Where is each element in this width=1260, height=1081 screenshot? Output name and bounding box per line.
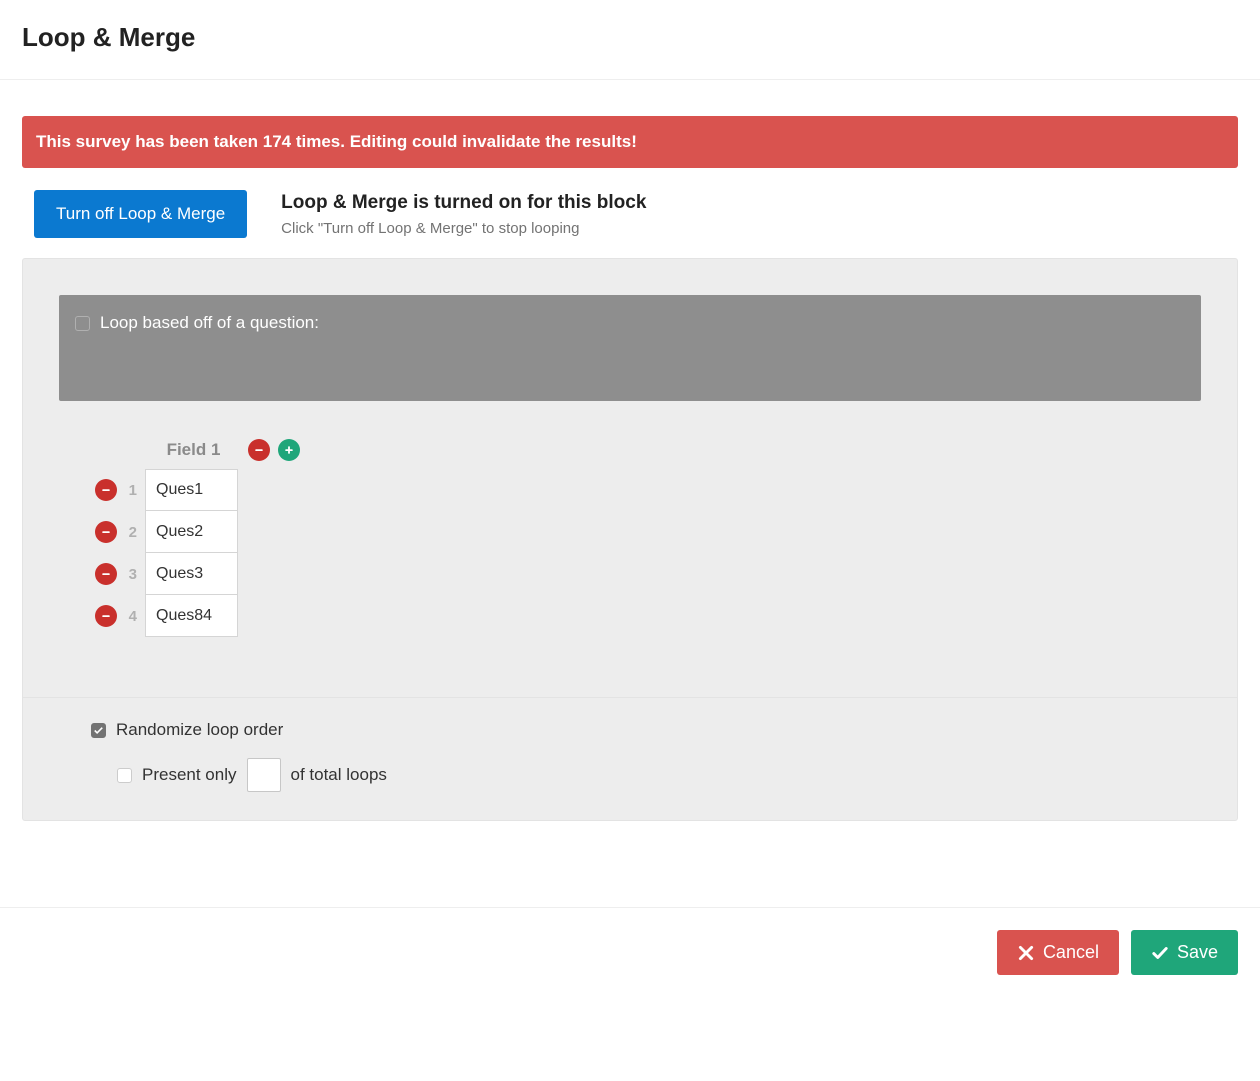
warning-banner: This survey has been taken 174 times. Ed… <box>22 116 1238 168</box>
cancel-label: Cancel <box>1043 942 1099 963</box>
options-block: Randomize loop order Present only of tot… <box>23 697 1237 820</box>
minus-icon <box>100 484 112 496</box>
toggle-row: Turn off Loop & Merge Loop & Merge is tu… <box>22 190 1238 238</box>
present-only-row: Present only of total loops <box>117 758 1169 792</box>
minus-icon <box>100 610 112 622</box>
toggle-heading: Loop & Merge is turned on for this block <box>281 192 646 214</box>
fields-area: Field 1 1 2 3 4 <box>23 429 1237 697</box>
loop-based-question-label: Loop based off of a question: <box>100 313 319 333</box>
page-title: Loop & Merge <box>22 22 1238 53</box>
table-row: 1 <box>81 469 1179 511</box>
field-cell-input[interactable] <box>145 469 238 511</box>
row-number: 3 <box>125 566 137 583</box>
field-cell-input[interactable] <box>145 553 238 595</box>
remove-row-button[interactable] <box>95 521 117 543</box>
row-number: 4 <box>125 608 137 625</box>
minus-icon <box>100 526 112 538</box>
toggle-subtext: Click "Turn off Loop & Merge" to stop lo… <box>281 220 646 237</box>
loop-based-question-checkbox[interactable] <box>75 316 90 331</box>
minus-icon <box>253 444 265 456</box>
cancel-button[interactable]: Cancel <box>997 930 1119 975</box>
row-number: 1 <box>125 482 137 499</box>
remove-row-button[interactable] <box>95 563 117 585</box>
field-cell-input[interactable] <box>145 511 238 553</box>
randomize-label: Randomize loop order <box>116 720 283 740</box>
dialog-header: Loop & Merge <box>0 0 1260 80</box>
table-row: 2 <box>81 511 1179 553</box>
remove-row-button[interactable] <box>95 479 117 501</box>
remove-row-button[interactable] <box>95 605 117 627</box>
minus-icon <box>100 568 112 580</box>
add-field-button[interactable] <box>278 439 300 461</box>
check-icon <box>1151 944 1169 962</box>
plus-icon <box>283 444 295 456</box>
table-row: 4 <box>81 595 1179 637</box>
field-cell-input[interactable] <box>145 595 238 637</box>
close-icon <box>1017 944 1035 962</box>
row-number: 2 <box>125 524 137 541</box>
table-row: 3 <box>81 553 1179 595</box>
turn-off-loop-merge-button[interactable]: Turn off Loop & Merge <box>34 190 247 238</box>
config-panel: Loop based off of a question: Field 1 1 2… <box>22 258 1238 821</box>
present-only-label-pre: Present only <box>142 765 237 785</box>
present-only-input[interactable] <box>247 758 281 792</box>
loop-based-question-panel: Loop based off of a question: <box>59 295 1201 401</box>
dialog-body: This survey has been taken 174 times. Ed… <box>0 116 1260 861</box>
row-controls: 4 <box>81 605 137 627</box>
row-controls: 1 <box>81 479 137 501</box>
row-controls: 3 <box>81 563 137 585</box>
check-icon <box>92 724 105 737</box>
dialog-footer: Cancel Save <box>0 907 1260 997</box>
randomize-checkbox[interactable] <box>91 723 106 738</box>
save-label: Save <box>1177 942 1218 963</box>
toggle-description: Loop & Merge is turned on for this block… <box>281 192 646 237</box>
row-controls: 2 <box>81 521 137 543</box>
remove-field-button[interactable] <box>248 439 270 461</box>
rows-container: 1 2 3 4 <box>81 469 1179 637</box>
save-button[interactable]: Save <box>1131 930 1238 975</box>
randomize-row: Randomize loop order <box>91 720 1169 740</box>
present-only-checkbox[interactable] <box>117 768 132 783</box>
field-header-row: Field 1 <box>83 439 1179 461</box>
field-header-label: Field 1 <box>147 440 240 460</box>
present-only-label-post: of total loops <box>291 765 387 785</box>
